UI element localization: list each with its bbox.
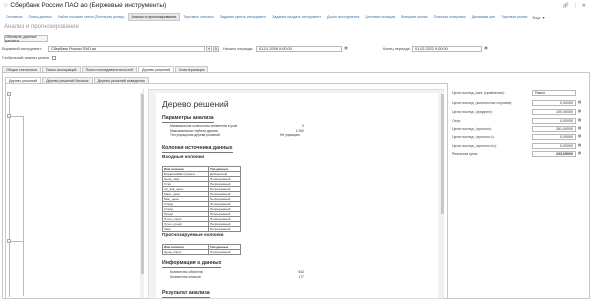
forecast-param-field[interactable]: 0,00000 — [532, 134, 576, 140]
more-icon[interactable]: ⋮ — [573, 3, 578, 9]
params-header: Параметры анализа — [162, 115, 214, 122]
nav-tab[interactable]: Анализ и прогнозирование — [127, 13, 181, 21]
period-end-label: Конец периода: — [383, 47, 411, 51]
close-icon[interactable]: ✕ — [582, 3, 586, 9]
global-market-label: Глобальный анализ рынка — [2, 56, 49, 60]
source-cols-header: Колонки источника данных — [162, 145, 233, 152]
param-value: 0 — [302, 124, 304, 128]
nav-more-menu[interactable]: Еще — [532, 15, 540, 20]
calculator-icon[interactable]: ▦ — [577, 126, 582, 132]
predict-columns-table: Имя колонки Тип данных Цена_спрос Непрерывн… — [162, 244, 241, 255]
period-start-field[interactable]: 01.01.2009 0:00:00 — [256, 46, 342, 52]
tree-expand-icon[interactable]: − — [7, 92, 11, 96]
period-end-field[interactable]: 01.02.2022 0:00:00 — [412, 46, 482, 52]
data-info-header: Информация о данных — [162, 260, 222, 267]
nav-tab[interactable]: Торговые сигналы — [180, 14, 216, 20]
nav-tab[interactable]: Поиск данных — [25, 14, 54, 20]
scroll-thumb[interactable] — [140, 94, 144, 274]
tree-connector — [11, 116, 23, 117]
forecast-param-field[interactable]: 0,00000 — [532, 118, 576, 124]
data-info-value: 642 — [298, 270, 304, 274]
calendar-icon[interactable]: ▦ — [343, 46, 349, 52]
period-start-label: Начало периода: — [223, 47, 254, 51]
nav-tab[interactable]: Досье инструмента — [324, 14, 362, 20]
page-title: Анализ и прогнозирование — [4, 24, 79, 30]
titlebar: ☆ Сбербанк России ПАО ао (Биржевые инстр… — [0, 0, 590, 11]
forecast-param-label: Цена послед. (прогноз с): — [452, 135, 495, 139]
tree-connector — [11, 241, 23, 242]
param-value: Не упрощать — [280, 133, 300, 138]
table-cell: Закр — [162, 226, 209, 232]
report-pane: Дерево решений Параметры анализа Минимал… — [148, 89, 444, 299]
instrument-field[interactable]: Сбербанк России ПАО ао — [48, 46, 205, 52]
nav-tab[interactable]: Найти похожие свечи (Паттерны рынка) — [55, 14, 128, 20]
forecast-param-field[interactable]: 100,00000 — [532, 109, 576, 115]
window-controls: 🔗 ⋮ ✕ — [563, 3, 590, 9]
forecast-param-label: Цена послед. (прогноз): — [452, 127, 492, 131]
data-info-label: Количество классов — [170, 274, 201, 279]
calculator-icon[interactable]: ▦ — [577, 109, 582, 115]
tree-connector — [9, 97, 10, 297]
open-icon[interactable]: ⧉ — [213, 46, 219, 52]
nav-tab[interactable]: Внешние рынки — [398, 14, 430, 20]
table-cell: Непрерывный — [208, 249, 241, 255]
scroll-thumb[interactable] — [440, 94, 444, 214]
input-cols-header: Входные колонки — [162, 155, 205, 160]
nav-tab[interactable]: Задания купить инструмент — [217, 14, 269, 20]
forecast-param-field[interactable]: 261,00000 — [532, 126, 576, 132]
forecast-param-label: Реальная цена: — [452, 152, 479, 156]
forecast-param-field[interactable]: Равно — [532, 90, 576, 96]
table-row: Цена_спрос Непрерывный — [162, 249, 241, 255]
instrument-label: Биржевой инструмент: — [2, 47, 43, 51]
dropdown-icon[interactable]: ▾ — [206, 46, 212, 52]
calendar-icon[interactable]: ▦ — [483, 46, 489, 52]
window-title: Сбербанк России ПАО ао (Биржевые инструм… — [10, 2, 167, 9]
data-info-label: Количество объектов — [170, 270, 203, 274]
report-document: Дерево решений Параметры анализа Минимал… — [156, 93, 438, 298]
param-label: Тип упрощения дерева решений — [170, 133, 220, 138]
nav-tab[interactable]: Плагины котировок — [431, 14, 469, 20]
table-cell: Цена_спрос — [162, 249, 209, 255]
report-title: Дерево решений — [162, 99, 229, 109]
param-label: Минимальное количество элементов в узле — [170, 124, 238, 128]
forecast-param-field[interactable]: 233,65000 — [532, 151, 576, 157]
param-label: Максимальная глубина дерева — [170, 128, 218, 133]
forecast-param-label: Цена послед. (прогноз по): — [452, 144, 497, 148]
calculator-icon[interactable]: ▦ — [577, 151, 582, 157]
tree-connector — [23, 116, 24, 296]
decision-tree-pane: − − − — [6, 89, 144, 299]
chevron-down-icon[interactable]: ▾ — [543, 15, 545, 20]
nav-tab[interactable]: Задания продать инструмент — [269, 14, 324, 20]
input-columns-table: Имя колонки Тип данных БиржевойИнструмент Д… — [162, 166, 241, 232]
calculator-icon[interactable]: ▦ — [577, 143, 582, 149]
forecast-param-field[interactable]: 0,00000 — [532, 143, 576, 149]
forecast-param-label: Цена послед. ранг (сравнение): — [452, 91, 505, 95]
calculator-icon[interactable]: ▦ — [577, 100, 582, 106]
nav-tab[interactable]: Основное — [3, 14, 25, 20]
nav-tab[interactable]: Ценовые позиции — [362, 14, 398, 20]
global-market-checkbox[interactable] — [52, 56, 56, 60]
star-icon[interactable]: ☆ — [3, 2, 8, 9]
calculator-icon[interactable]: ▦ — [577, 118, 582, 124]
table-cell: Непрерывный — [208, 226, 241, 232]
nav-tab[interactable]: Динамика цен — [469, 14, 499, 20]
nav-tab[interactable]: Торговля рынке — [498, 14, 530, 20]
param-value: 1 000 — [295, 128, 304, 133]
result-header: Результат анализа — [162, 290, 210, 297]
calculator-icon[interactable]: ▦ — [577, 134, 582, 140]
table-row: Закр Непрерывный — [162, 226, 241, 232]
tree-scrollbar[interactable] — [140, 92, 144, 297]
report-scrollbar[interactable] — [440, 92, 444, 297]
forecast-param-field[interactable]: 0,00000 — [532, 100, 576, 106]
forecast-param-label: Откр: — [452, 119, 462, 123]
section-nav: Основное Поиск данных Найти похожие свечи … — [0, 13, 590, 21]
data-info-value: 177 — [298, 274, 304, 279]
predict-cols-header: Прогнозируемые колонки — [162, 233, 224, 238]
forecast-param-label: Цена послед. (количество случаев): — [452, 101, 513, 105]
forecast-param-label: Цена послед. (среднее): — [452, 110, 493, 114]
refresh-button[interactable]: Обновить данные расчета — [4, 35, 48, 43]
link-icon[interactable]: 🔗 — [563, 3, 569, 9]
